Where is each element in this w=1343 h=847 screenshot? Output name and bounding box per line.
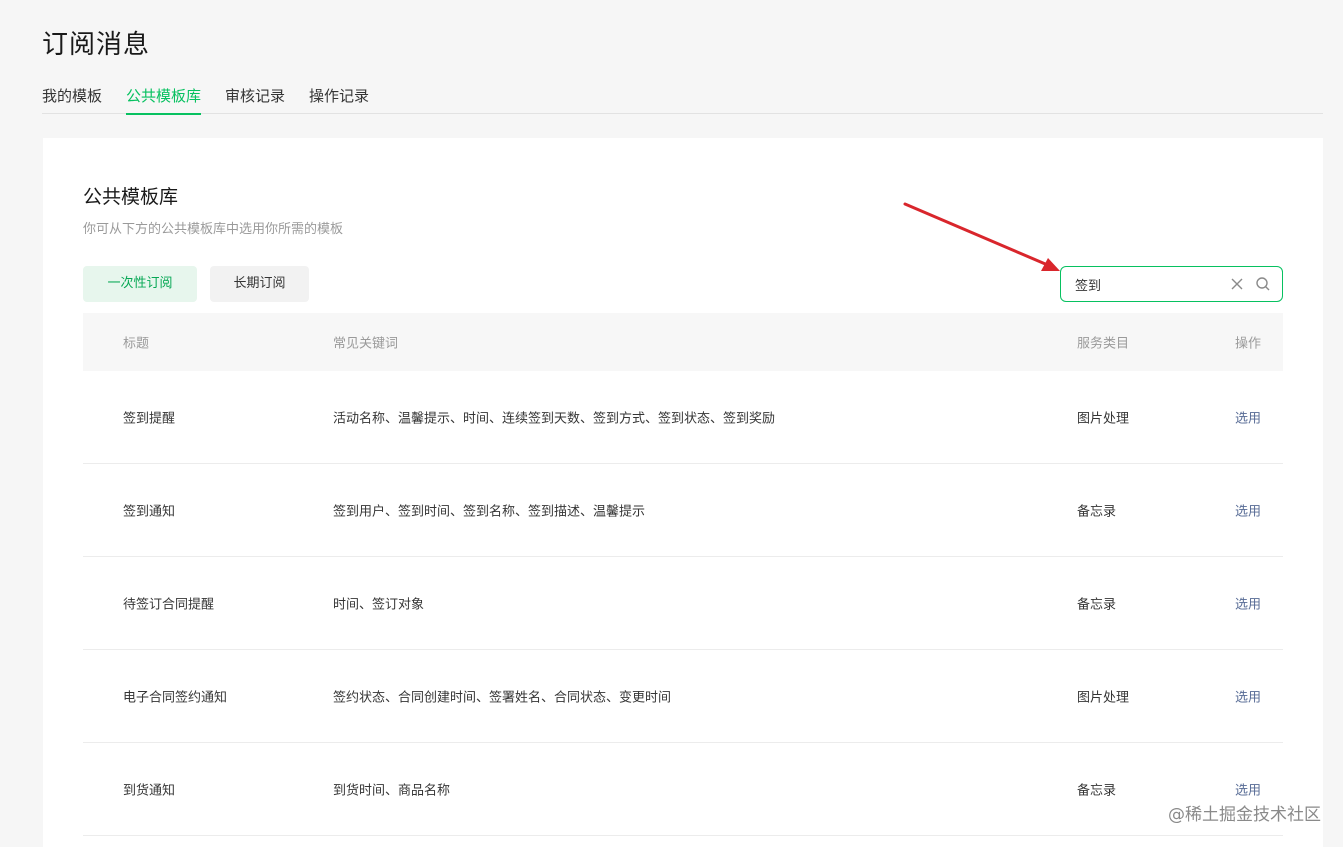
row-category: 备忘录 xyxy=(1077,783,1117,799)
select-link[interactable]: 选用 xyxy=(1235,687,1261,706)
row-category: 备忘录 xyxy=(1077,597,1117,613)
tab-public-templates[interactable]: 公共模板库 xyxy=(126,86,202,115)
row-title: 电子合同签约通知 xyxy=(123,690,228,706)
tab-operation-records[interactable]: 操作记录 xyxy=(309,86,369,114)
search-box xyxy=(1060,266,1283,302)
search-icon[interactable] xyxy=(1255,276,1271,292)
header-title: 标题 xyxy=(123,336,150,352)
tab-my-templates[interactable]: 我的模板 xyxy=(42,86,102,114)
long-term-subscription-button[interactable]: 长期订阅 xyxy=(210,266,309,302)
template-table: 标题 常见关键词 服务类目 操作 签到提醒 活动名称、温馨提示、时间、连续签到天… xyxy=(83,313,1283,836)
row-category: 图片处理 xyxy=(1077,690,1130,706)
clear-icon[interactable] xyxy=(1229,276,1245,292)
one-time-subscription-button[interactable]: 一次性订阅 xyxy=(83,266,197,302)
row-keywords: 签约状态、合同创建时间、签署姓名、合同状态、变更时间 xyxy=(333,690,672,706)
row-keywords: 签到用户、签到时间、签到名称、签到描述、温馨提示 xyxy=(333,504,646,520)
select-link[interactable]: 选用 xyxy=(1235,594,1261,613)
row-title: 待签订合同提醒 xyxy=(123,597,215,613)
page-title: 订阅消息 xyxy=(42,30,151,60)
tab-bar: 我的模板 公共模板库 审核记录 操作记录 xyxy=(42,86,1323,115)
row-title: 到货通知 xyxy=(123,783,176,799)
row-keywords: 时间、签订对象 xyxy=(333,597,425,613)
search-input[interactable] xyxy=(1075,267,1225,301)
table-header: 标题 常见关键词 服务类目 操作 xyxy=(83,313,1283,371)
table-row: 电子合同签约通知 签约状态、合同创建时间、签署姓名、合同状态、变更时间 图片处理… xyxy=(83,650,1283,743)
page: 订阅消息 我的模板 公共模板库 审核记录 操作记录 公共模板库 你可从下方的公共… xyxy=(0,0,1343,847)
select-link[interactable]: 选用 xyxy=(1235,408,1261,427)
table-row: 签到提醒 活动名称、温馨提示、时间、连续签到天数、签到方式、签到状态、签到奖励 … xyxy=(83,371,1283,464)
watermark: @稀土掘金技术社区 xyxy=(1168,805,1321,825)
table-row: 到货通知 到货时间、商品名称 备忘录 选用 xyxy=(83,743,1283,836)
row-keywords: 到货时间、商品名称 xyxy=(333,783,451,799)
card-description: 你可从下方的公共模板库中选用你所需的模板 xyxy=(83,222,344,237)
select-link[interactable]: 选用 xyxy=(1235,780,1261,799)
template-library-card: 公共模板库 你可从下方的公共模板库中选用你所需的模板 一次性订阅 长期订阅 标题… xyxy=(43,138,1323,847)
row-title: 签到提醒 xyxy=(123,411,176,427)
select-link[interactable]: 选用 xyxy=(1235,501,1261,520)
card-title: 公共模板库 xyxy=(83,186,179,208)
header-category: 服务类目 xyxy=(1077,336,1130,352)
table-row: 待签订合同提醒 时间、签订对象 备忘录 选用 xyxy=(83,557,1283,650)
header-keywords: 常见关键词 xyxy=(333,336,399,352)
row-category: 图片处理 xyxy=(1077,411,1130,427)
row-title: 签到通知 xyxy=(123,504,176,520)
row-keywords: 活动名称、温馨提示、时间、连续签到天数、签到方式、签到状态、签到奖励 xyxy=(333,411,776,427)
row-category: 备忘录 xyxy=(1077,504,1117,520)
table-row: 签到通知 签到用户、签到时间、签到名称、签到描述、温馨提示 备忘录 选用 xyxy=(83,464,1283,557)
header-action: 操作 xyxy=(1235,336,1262,352)
tab-review-records[interactable]: 审核记录 xyxy=(225,86,285,114)
